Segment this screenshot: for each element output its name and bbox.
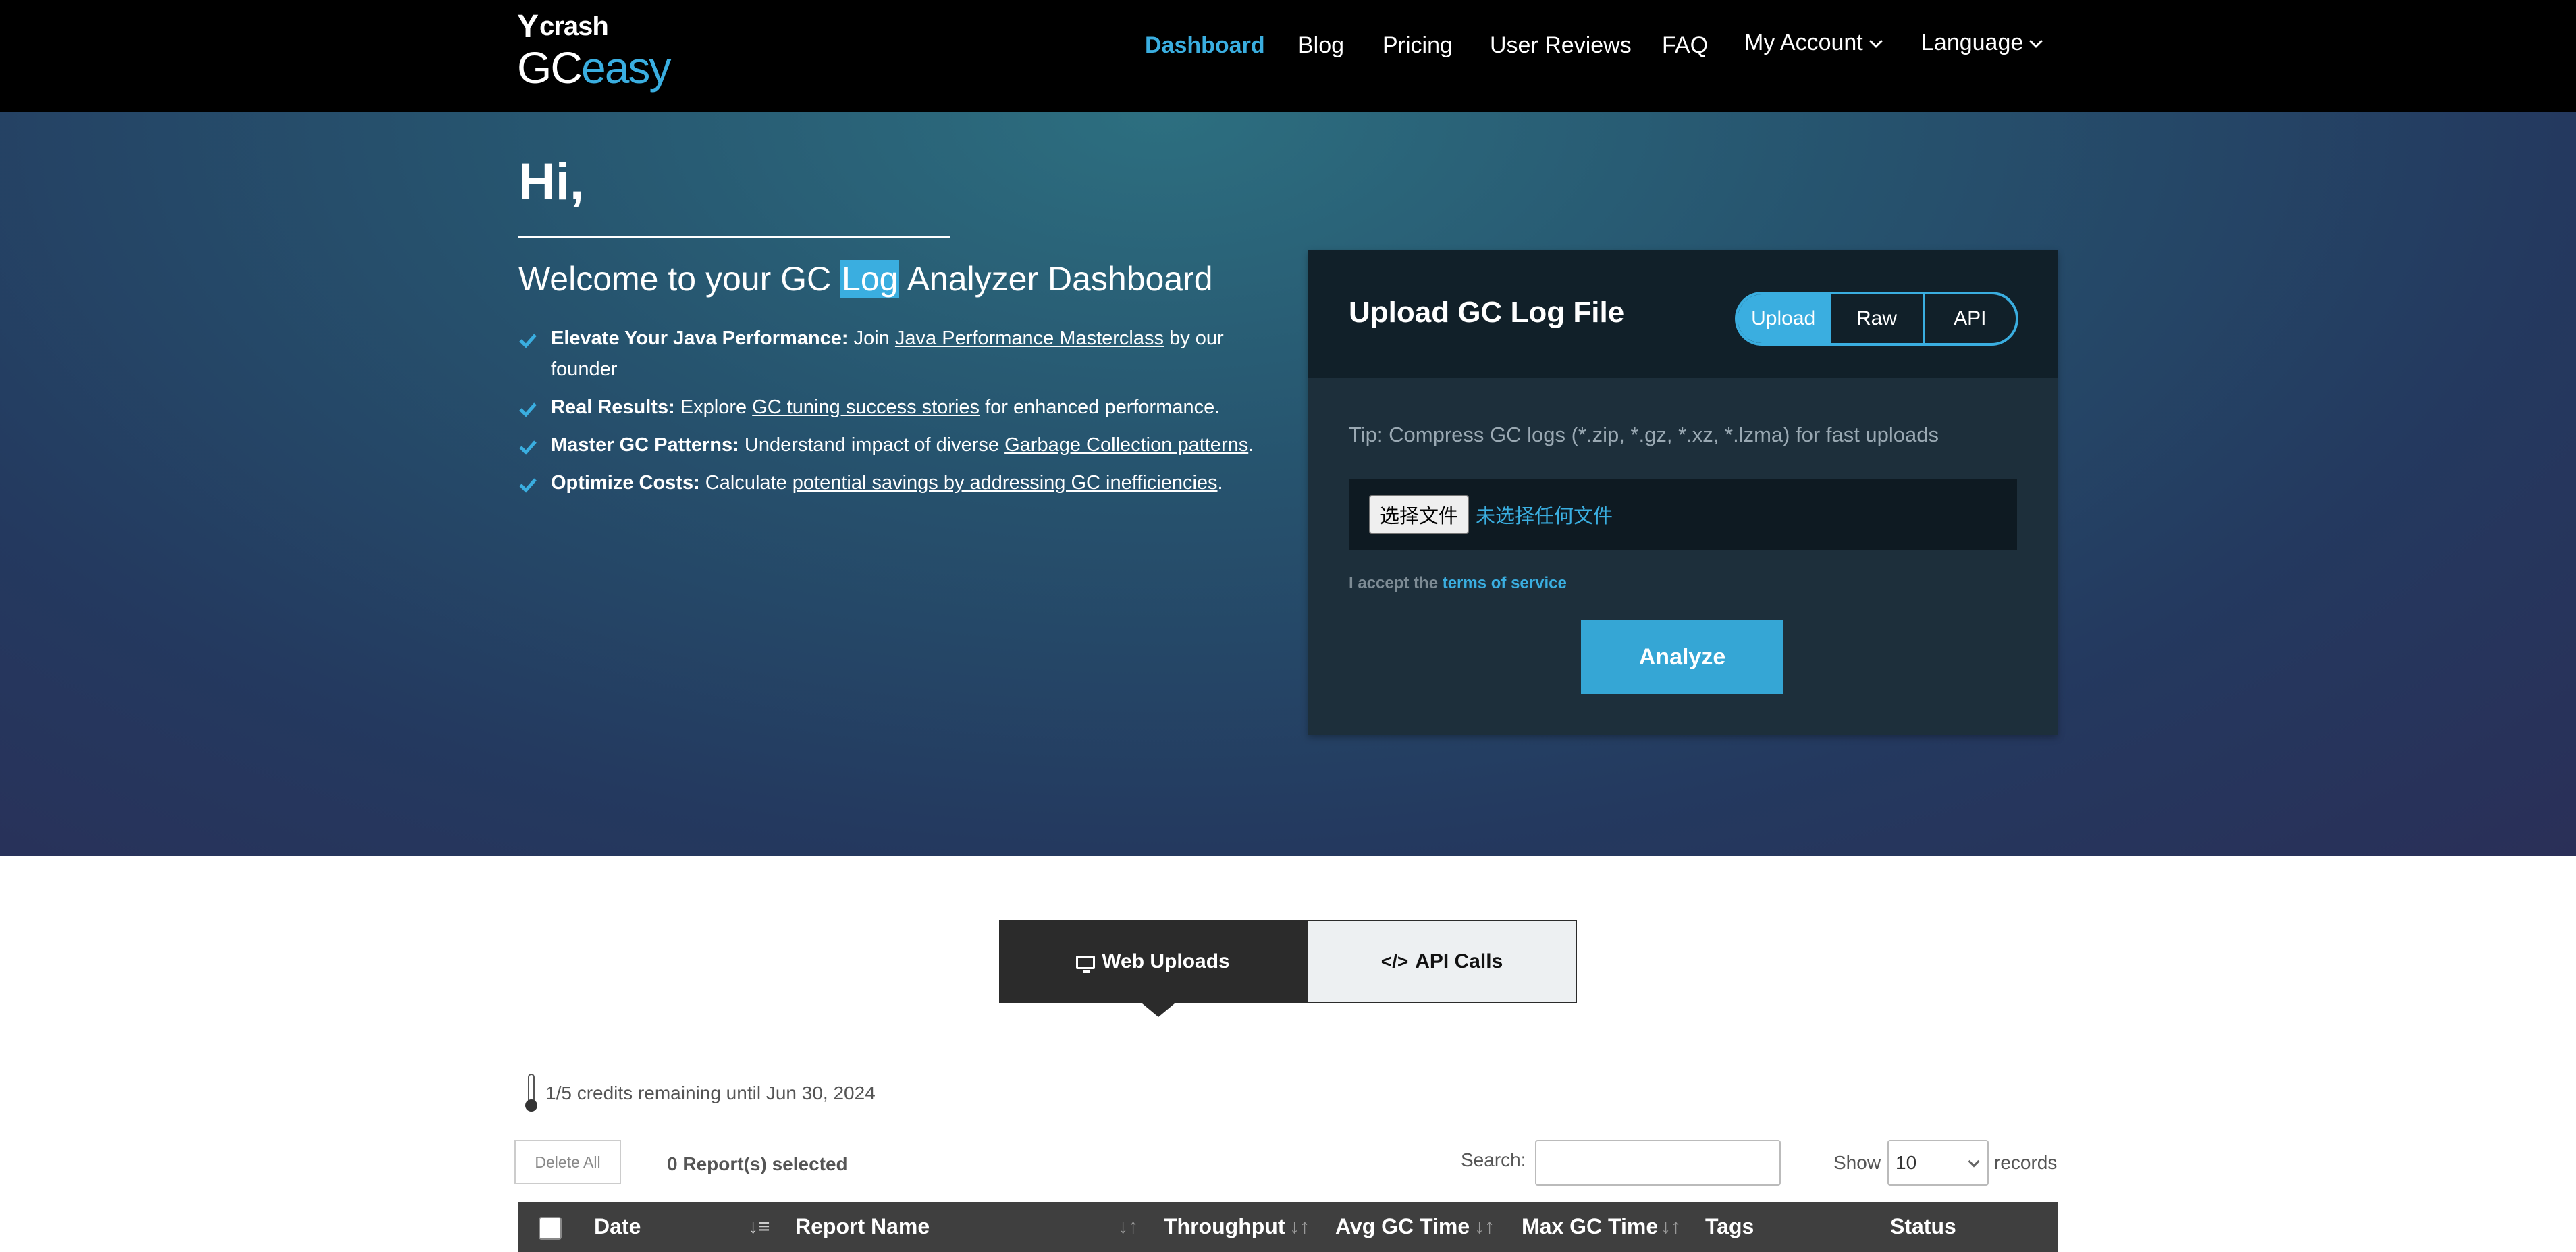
analyze-button[interactable]: Analyze <box>1581 620 1783 694</box>
select-all-checkbox[interactable] <box>539 1217 562 1240</box>
delete-all-button[interactable]: Delete All <box>514 1140 621 1184</box>
feature-text: for enhanced performance. <box>980 396 1220 418</box>
logo-gc-text: GC <box>517 43 583 93</box>
upload-title: Upload GC Log File <box>1349 296 1625 329</box>
nav-dashboard[interactable]: Dashboard <box>1145 32 1265 59</box>
sort-icon[interactable]: ↓↑ <box>1474 1216 1495 1238</box>
records-per-page-value: 10 <box>1896 1152 1917 1173</box>
sort-icon[interactable]: ↓↑ <box>1661 1216 1681 1238</box>
feature-item: Optimize Costs: Calculate potential savi… <box>518 467 1261 498</box>
credits-info: 1/5 credits remaining until Jun 30, 2024 <box>524 1074 876 1113</box>
feature-title: Optimize Costs: <box>551 472 700 494</box>
top-navbar: Ycrash GCeasy Dashboard Blog Pricing Use… <box>0 0 2576 112</box>
mode-upload[interactable]: Upload <box>1738 294 1829 343</box>
report-tabs: Web Uploads </> API Calls <box>999 920 1577 1017</box>
column-report-name[interactable]: Report Name <box>795 1214 930 1239</box>
feature-text: Join <box>848 328 895 349</box>
feature-text: . <box>1248 434 1254 456</box>
feature-text: Understand impact of diverse <box>739 434 1005 456</box>
sort-icon[interactable]: ↓↑ <box>1289 1216 1310 1238</box>
column-throughput[interactable]: Throughput <box>1164 1214 1285 1239</box>
hero-section <box>0 112 2576 856</box>
check-icon <box>518 397 539 417</box>
reports-table-header: Date ↓≡ Report Name ↓↑ Throughput ↓↑ Avg… <box>518 1202 2058 1252</box>
search-input[interactable] <box>1535 1140 1781 1186</box>
success-stories-link[interactable]: GC tuning success stories <box>752 396 980 418</box>
terms-acceptance: I accept the terms of service <box>1349 574 1567 593</box>
upload-panel: Upload GC Log File Upload Raw API Tip: C… <box>1308 250 2058 735</box>
logo-easy-text: easy <box>581 43 671 93</box>
nav-blog[interactable]: Blog <box>1298 32 1344 59</box>
monitor-icon <box>1076 956 1096 973</box>
welcome-text-before: Welcome to your GC <box>518 260 841 298</box>
feature-text: Explore <box>674 396 753 418</box>
column-date[interactable]: Date <box>594 1214 641 1239</box>
chevron-down-icon <box>1968 1155 1980 1168</box>
feature-item: Real Results: Explore GC tuning success … <box>518 392 1261 423</box>
masterclass-link[interactable]: Java Performance Masterclass <box>895 328 1164 349</box>
check-icon <box>518 328 539 348</box>
tab-web-uploads[interactable]: Web Uploads <box>999 920 1307 1017</box>
terms-of-service-link[interactable]: terms of service <box>1443 574 1567 592</box>
show-label: Show <box>1833 1152 1881 1173</box>
file-status: 未选择任何文件 <box>1476 504 1613 527</box>
chevron-down-icon <box>1869 34 1883 48</box>
gceasy-logo[interactable]: Ycrash GCeasy <box>517 8 671 93</box>
welcome-highlight: Log <box>840 260 900 298</box>
chevron-down-icon <box>2029 34 2043 48</box>
feature-title: Real Results: <box>551 396 675 418</box>
column-status[interactable]: Status <box>1890 1214 1956 1239</box>
column-tags[interactable]: Tags <box>1705 1214 1754 1239</box>
tab-api-calls-label: API Calls <box>1415 950 1503 972</box>
choose-file-button[interactable]: 选择文件 <box>1369 495 1470 534</box>
potential-savings-link[interactable]: potential savings by addressing GC ineff… <box>793 472 1218 494</box>
welcome-text-after: Analyzer Dashboard <box>899 260 1213 298</box>
check-icon <box>518 473 539 493</box>
welcome-heading: Welcome to your GC Log Analyzer Dashboar… <box>518 259 1213 298</box>
check-icon <box>518 435 539 455</box>
tab-api-calls[interactable]: </> API Calls <box>1307 920 1577 1003</box>
feature-item: Master GC Patterns: Understand impact of… <box>518 429 1261 461</box>
tab-web-uploads-label: Web Uploads <box>1102 950 1230 972</box>
accept-text: I accept the <box>1349 574 1443 592</box>
upload-mode-toggle: Upload Raw API <box>1735 292 2018 346</box>
upload-tip: Tip: Compress GC logs (*.zip, *.gz, *.xz… <box>1349 423 1939 446</box>
greeting: Hi, <box>518 153 585 211</box>
feature-item: Elevate Your Java Performance: Join Java… <box>518 323 1261 385</box>
selected-count: 0 Report(s) selected <box>667 1153 848 1174</box>
mode-raw[interactable]: Raw <box>1829 294 1922 343</box>
nav-my-account[interactable]: My Account <box>1744 30 1883 56</box>
nav-my-account-label: My Account <box>1744 30 1863 55</box>
column-max-gc-time[interactable]: Max GC Time <box>1522 1214 1658 1239</box>
thermometer-icon <box>524 1074 537 1113</box>
code-icon: </> <box>1380 951 1409 972</box>
mode-api[interactable]: API <box>1922 294 2016 343</box>
feature-text: Calculate <box>699 472 793 494</box>
gc-patterns-link[interactable]: Garbage Collection patterns <box>1004 434 1248 456</box>
upload-panel-header: Upload GC Log File Upload Raw API <box>1308 250 2058 378</box>
feature-title: Master GC Patterns: <box>551 434 739 456</box>
nav-user-reviews[interactable]: User Reviews <box>1490 32 1632 59</box>
hero-divider <box>518 236 950 238</box>
file-input[interactable]: 选择文件 未选择任何文件 <box>1349 479 2017 550</box>
sort-icon[interactable]: ↓↑ <box>1118 1216 1138 1238</box>
search-label: Search: <box>1461 1149 1526 1170</box>
records-label: records <box>1994 1152 2058 1173</box>
column-avg-gc-time[interactable]: Avg GC Time <box>1335 1214 1470 1239</box>
nav-pricing[interactable]: Pricing <box>1383 32 1453 59</box>
active-tab-caret <box>1142 1003 1175 1017</box>
feature-title: Elevate Your Java Performance: <box>551 328 849 349</box>
nav-faq[interactable]: FAQ <box>1662 32 1708 59</box>
records-per-page-select[interactable]: 10 <box>1887 1140 1989 1186</box>
feature-list: Elevate Your Java Performance: Join Java… <box>518 323 1261 505</box>
sort-desc-icon[interactable]: ↓≡ <box>748 1216 770 1238</box>
nav-language-label: Language <box>1921 30 2024 55</box>
ycrash-logo: Ycrash <box>517 8 609 45</box>
credits-text: 1/5 credits remaining until Jun 30, 2024 <box>545 1083 876 1103</box>
nav-language[interactable]: Language <box>1921 30 2043 56</box>
feature-text: . <box>1217 472 1223 494</box>
